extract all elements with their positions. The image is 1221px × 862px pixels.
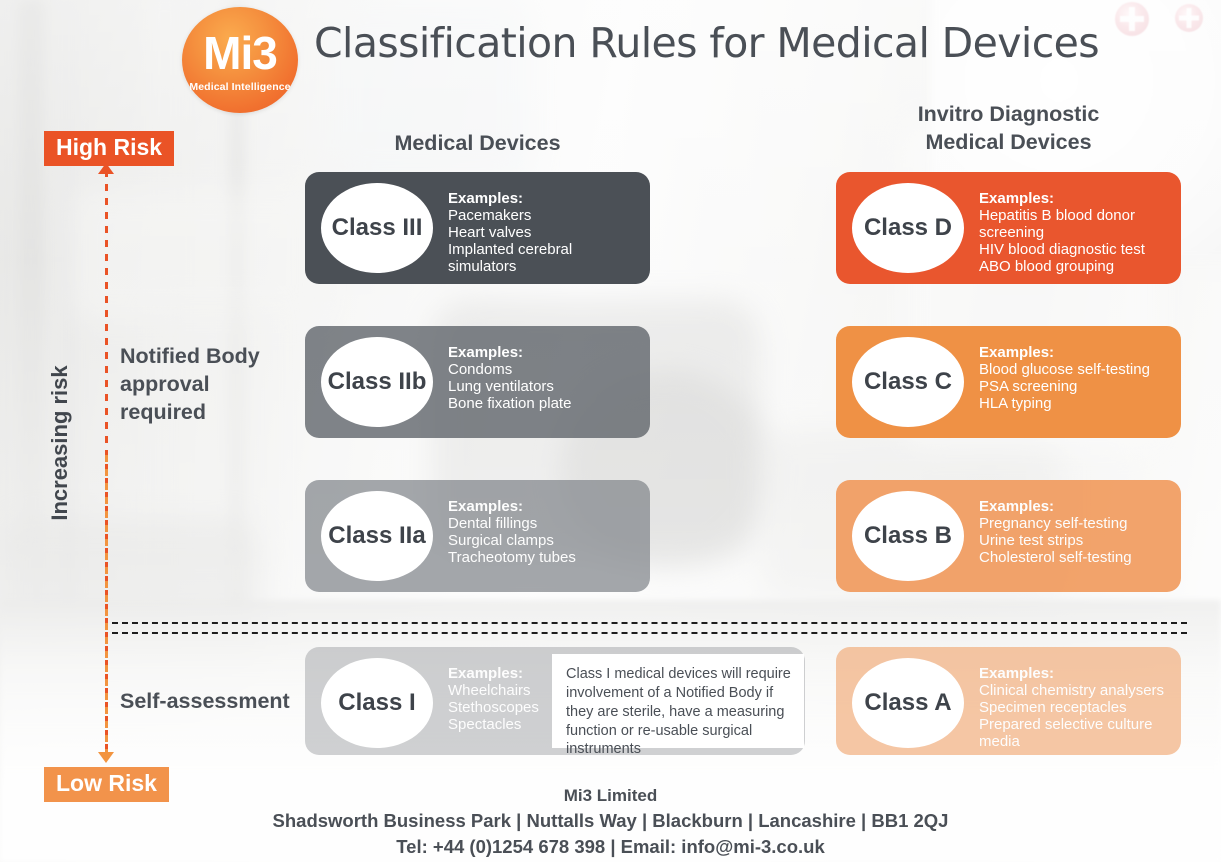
example-item: Clinical chemistry analysers	[979, 682, 1165, 700]
example-item: Pregnancy self-testing	[979, 515, 1128, 533]
class-name: Class III	[331, 214, 423, 241]
footer: Mi3 Limited Shadsworth Business Park | N…	[0, 784, 1221, 861]
card-body: Examples: Clinical chemistry analysers S…	[979, 665, 1164, 750]
example-item: screening	[979, 224, 1045, 242]
class-name: Class IIa	[328, 522, 426, 549]
risk-arrow-down-icon	[98, 752, 114, 763]
class-name: Class B	[863, 522, 953, 549]
class-badge: Class IIb	[321, 337, 433, 427]
example-item: Hepatitis B blood donor	[979, 207, 1135, 225]
examples-title: Examples:	[448, 344, 524, 361]
class-badge: Class A	[852, 658, 964, 748]
example-item: Surgical clamps	[448, 532, 554, 550]
card-body: Examples: Dental fillings Surgical clamp…	[448, 498, 576, 566]
examples-title: Examples:	[448, 498, 524, 515]
examples-title: Examples:	[979, 190, 1055, 207]
card-class-iii[interactable]: Class III Examples: Pacemakers Heart val…	[305, 172, 650, 284]
class-name: Class D	[863, 214, 953, 241]
page-title: Classification Rules for Medical Devices	[314, 19, 1100, 67]
card-body: Examples: Blood glucose self-testing PSA…	[979, 344, 1150, 412]
example-item: Dental fillings	[448, 515, 538, 533]
class-i-callout: Class I medical devices will require inv…	[552, 654, 804, 757]
example-item: simulators	[448, 258, 517, 276]
card-body: Examples: Pregnancy self-testing Urine t…	[979, 498, 1132, 566]
examples-title: Examples:	[979, 344, 1055, 361]
section-divider-line	[112, 632, 1187, 634]
class-name: Class I	[338, 689, 416, 716]
example-item: Lung ventilators	[448, 378, 554, 396]
example-item: Wheelchairs	[448, 682, 531, 700]
logo-tagline: Medical Intelligence	[189, 80, 291, 93]
column-heading-medical-devices: Medical Devices	[394, 131, 561, 155]
example-item: PSA screening	[979, 378, 1078, 396]
class-badge: Class III	[321, 183, 433, 273]
examples-title: Examples:	[448, 190, 524, 207]
card-class-d[interactable]: Class D Examples: Hepatitis B blood dono…	[836, 172, 1181, 284]
risk-axis-line-lower	[105, 455, 108, 755]
footer-contact: Tel: +44 (0)1254 678 398 | Email: info@m…	[396, 836, 825, 858]
class-name: Class C	[863, 368, 953, 395]
class-badge: Class B	[852, 491, 964, 581]
class-badge: Class IIa	[321, 491, 433, 581]
card-class-a[interactable]: Class A Examples: Clinical chemistry ana…	[836, 647, 1181, 755]
example-item: ABO blood grouping	[979, 258, 1115, 276]
section-divider-line	[112, 622, 1187, 624]
card-class-b[interactable]: Class B Examples: Pregnancy self-testing…	[836, 480, 1181, 592]
example-item: Tracheotomy tubes	[448, 549, 576, 567]
example-item: Condoms	[448, 361, 513, 379]
card-class-iia[interactable]: Class IIa Examples: Dental fillings Surg…	[305, 480, 650, 592]
class-name: Class A	[864, 689, 952, 716]
footer-company: Mi3 Limited	[563, 786, 658, 805]
example-item: Urine test strips	[979, 532, 1084, 550]
class-badge: Class C	[852, 337, 964, 427]
example-item: Bone fixation plate	[448, 395, 572, 413]
increasing-risk-label: Increasing risk	[47, 365, 72, 521]
card-body: Examples: Pacemakers Heart valves Implan…	[448, 190, 572, 275]
footer-address: Shadsworth Business Park | Nuttalls Way …	[272, 810, 949, 832]
column-heading-ivd-medical-devices: Invitro Diagnostic Medical Devices	[917, 102, 1100, 155]
card-body: Examples: Condoms Lung ventilators Bone …	[448, 344, 571, 412]
card-class-c[interactable]: Class C Examples: Blood glucose self-tes…	[836, 326, 1181, 438]
class-badge: Class I	[321, 658, 433, 748]
class-name: Class IIb	[327, 368, 427, 395]
high-risk-badge: High Risk	[44, 131, 175, 167]
example-item: Prepared selective culture	[979, 716, 1153, 734]
example-item: Implanted cerebral	[448, 241, 573, 259]
example-item: Specimen receptacles	[979, 699, 1127, 717]
examples-title: Examples:	[448, 665, 524, 682]
example-item: HLA typing	[979, 395, 1052, 413]
infographic-canvas: Mi3 Medical Intelligence Classification …	[0, 0, 1221, 862]
example-item: Blood glucose self-testing	[979, 361, 1150, 379]
example-item: Pacemakers	[448, 207, 532, 225]
card-class-iib[interactable]: Class IIb Examples: Condoms Lung ventila…	[305, 326, 650, 438]
examples-title: Examples:	[979, 665, 1055, 682]
logo-wordmark: Mi3	[203, 26, 278, 79]
example-item: HIV blood diagnostic test	[979, 241, 1145, 259]
example-item: media	[979, 733, 1020, 751]
class-badge: Class D	[852, 183, 964, 273]
notified-body-label: Notified Body approval required	[120, 344, 260, 424]
example-item: Cholesterol self-testing	[979, 549, 1132, 567]
example-item: Stethoscopes	[448, 699, 539, 717]
card-body: Examples: Wheelchairs Stethoscopes Spect…	[448, 665, 539, 733]
card-body: Examples: Hepatitis B blood donor screen…	[979, 190, 1145, 275]
example-item: Heart valves	[448, 224, 532, 242]
examples-title: Examples:	[979, 498, 1055, 515]
mi3-logo: Mi3 Medical Intelligence	[182, 7, 298, 113]
example-item: Spectacles	[448, 716, 522, 734]
